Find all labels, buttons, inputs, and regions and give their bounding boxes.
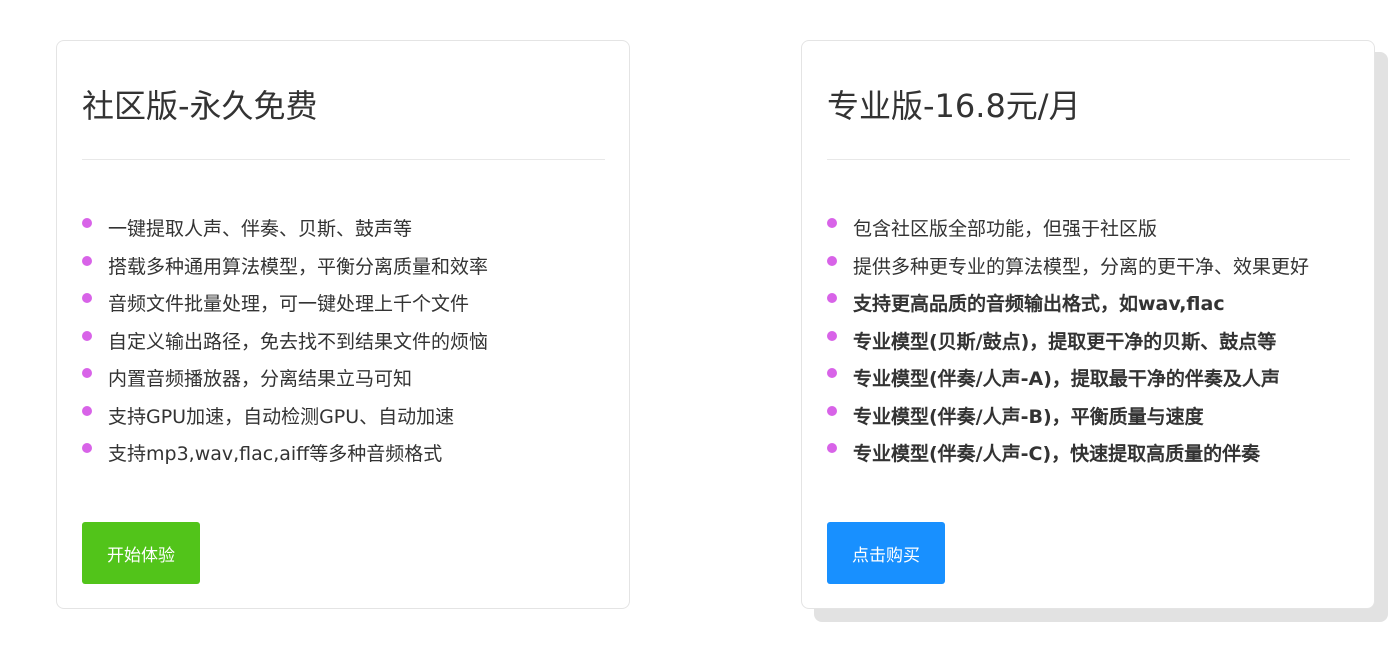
feature-text: 专业模型(伴奏/人声-B)，平衡质量与速度 [853,405,1204,428]
feature-text: 音频文件批量处理，可一键处理上千个文件 [108,293,470,315]
community-plan-card: 社区版-永久免费 一键提取人声、伴奏、贝斯、鼓声等搭载多种通用算法模型，平衡分离… [56,40,630,609]
bullet-dot-icon [82,255,92,266]
bullet-dot-icon [82,293,92,303]
feature-text: 专业模型(伴奏/人声-C)，快速提取高质量的伴奏 [853,443,1261,465]
bullet-dot-icon [827,293,837,303]
pro-plan-title: 专业版-16.8元/月 [827,87,1081,125]
pro-plan-card: 专业版-16.8元/月 包含社区版全部功能，但强于社区版提供多种更专业的算法模型… [801,40,1375,609]
feature-item: 音频文件批量处理，可一键处理上千个文件 [82,286,488,324]
feature-text: 支持GPU加速，自动检测GPU、自动加速 [108,405,455,428]
pricing-page: 社区版-永久免费 一键提取人声、伴奏、贝斯、鼓声等搭载多种通用算法模型，平衡分离… [0,0,1394,645]
feature-item: 专业模型(伴奏/人声-A)，提取最干净的伴奏及人声 [827,361,1309,399]
feature-item: 支持GPU加速，自动检测GPU、自动加速 [82,399,488,437]
feature-text: 专业模型(贝斯/鼓点)，提取更干净的贝斯、鼓点等 [853,330,1277,353]
title-divider [82,159,605,160]
bullet-dot-icon [82,443,92,453]
bullet-dot-icon [82,330,92,341]
feature-item: 包含社区版全部功能，但强于社区版 [827,211,1309,249]
feature-item: 支持更高品质的音频输出格式，如wav,flac [827,286,1309,324]
pro-feature-list: 包含社区版全部功能，但强于社区版提供多种更专业的算法模型，分离的更干净、效果更好… [827,211,1309,474]
bullet-dot-icon [827,218,837,228]
bullet-dot-icon [82,218,92,228]
community-plan-title: 社区版-永久免费 [82,87,318,125]
feature-item: 专业模型(伴奏/人声-C)，快速提取高质量的伴奏 [827,436,1309,474]
feature-item: 一键提取人声、伴奏、贝斯、鼓声等 [82,211,488,249]
start-trial-button[interactable]: 开始体验 [82,522,200,584]
feature-text: 包含社区版全部功能，但强于社区版 [853,218,1158,240]
feature-item: 专业模型(伴奏/人声-B)，平衡质量与速度 [827,399,1309,437]
feature-text: 搭载多种通用算法模型，平衡分离质量和效率 [108,255,489,278]
feature-text: 支持mp3,wav,flac,aiff等多种音频格式 [108,443,443,465]
feature-text: 一键提取人声、伴奏、贝斯、鼓声等 [108,218,413,240]
bullet-dot-icon [82,405,92,416]
bullet-dot-icon [827,330,837,341]
feature-text: 专业模型(伴奏/人声-A)，提取最干净的伴奏及人声 [853,368,1280,390]
title-divider [827,159,1350,160]
feature-item: 内置音频播放器，分离结果立马可知 [82,361,488,399]
bullet-dot-icon [827,255,837,266]
feature-text: 提供多种更专业的算法模型，分离的更干净、效果更好 [853,255,1310,278]
feature-item: 提供多种更专业的算法模型，分离的更干净、效果更好 [827,249,1309,287]
feature-item: 专业模型(贝斯/鼓点)，提取更干净的贝斯、鼓点等 [827,324,1309,362]
feature-item: 支持mp3,wav,flac,aiff等多种音频格式 [82,436,488,474]
feature-item: 自定义输出路径，免去找不到结果文件的烦恼 [82,324,488,362]
bullet-dot-icon [827,443,837,453]
feature-text: 内置音频播放器，分离结果立马可知 [108,368,413,390]
bullet-dot-icon [82,368,92,378]
community-feature-list: 一键提取人声、伴奏、贝斯、鼓声等搭载多种通用算法模型，平衡分离质量和效率 音频文件… [82,211,488,474]
feature-item: 搭载多种通用算法模型，平衡分离质量和效率 [82,249,488,287]
bullet-dot-icon [827,368,837,378]
bullet-dot-icon [827,405,837,416]
feature-text: 支持更高品质的音频输出格式，如wav,flac [853,293,1225,315]
feature-text: 自定义输出路径，免去找不到结果文件的烦恼 [108,330,489,353]
buy-button[interactable]: 点击购买 [827,522,945,584]
